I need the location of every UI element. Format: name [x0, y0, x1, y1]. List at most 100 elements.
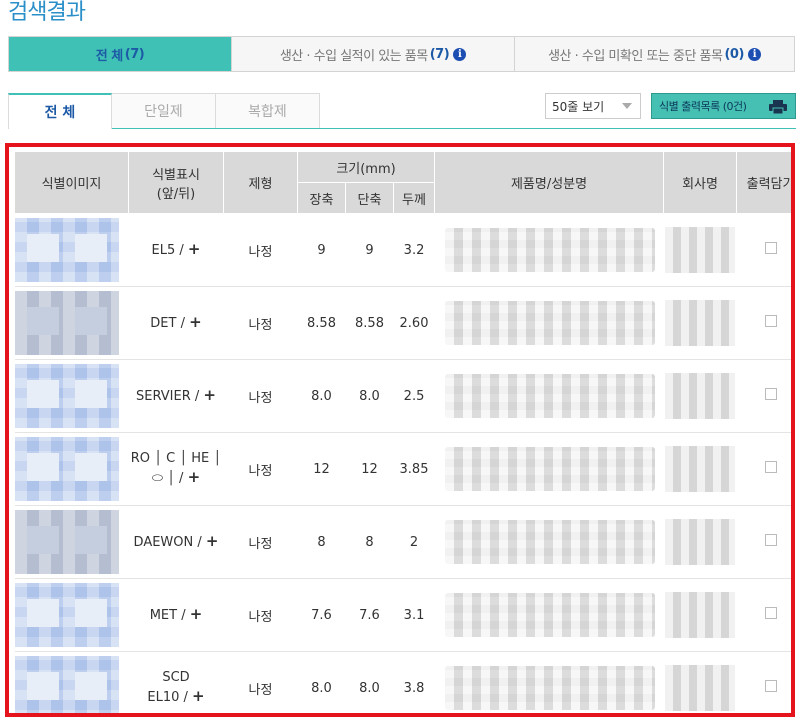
score-line-icon: +: [187, 468, 201, 486]
print-cell: [736, 286, 791, 360]
product-cell: [434, 432, 664, 506]
print-list-button[interactable]: 식별 출력목록 (0건): [651, 93, 796, 119]
header-form: 제형: [223, 151, 298, 214]
product-name-link[interactable]: [444, 447, 655, 491]
score-line-icon: +: [203, 386, 216, 404]
header-mark-line2: (앞/뒤): [156, 186, 196, 202]
pill-image-cell: [14, 213, 129, 287]
pill-image[interactable]: [14, 510, 119, 574]
header-long: 장축: [297, 182, 346, 214]
short-axis-cell: 8.0: [345, 651, 394, 713]
short-axis-cell: 12: [345, 432, 394, 506]
print-cell: [736, 651, 791, 713]
form-cell: 나정: [223, 505, 298, 579]
thickness-cell: 2: [393, 505, 435, 579]
pill-image-cell: [14, 578, 129, 652]
tab-unconfirmed-count: (0): [724, 46, 744, 62]
form-cell: 나정: [223, 286, 298, 360]
print-cell: [736, 432, 791, 506]
header-product: 제품명/성분명: [434, 151, 665, 214]
tab-unconfirmed[interactable]: 생산 · 수입 미확인 또는 중단 품목 (0) i: [514, 37, 794, 71]
thickness-cell: 2.60: [393, 286, 435, 360]
mark-back: EL10 /: [147, 690, 188, 705]
table-row[interactable]: MET / + 나정 7.6 7.6 3.1: [14, 578, 791, 652]
pill-image-cell: [14, 432, 129, 506]
form-cell: 나정: [223, 359, 298, 433]
mark-front: RO │ C │ HE │: [130, 451, 222, 466]
mark-cell: EL5 / +: [128, 213, 224, 287]
header-thick: 두께: [392, 182, 436, 214]
product-cell: [434, 359, 664, 433]
mark-front: DAEWON /: [133, 535, 202, 550]
info-icon[interactable]: i: [453, 47, 467, 61]
mark-cell: DET / +: [128, 286, 224, 360]
subtab-single[interactable]: 단일제: [112, 93, 216, 129]
product-name-link[interactable]: [444, 228, 655, 272]
pill-image[interactable]: [14, 364, 119, 428]
print-checkbox[interactable]: [764, 534, 777, 546]
tab-with-record-count: (7): [429, 46, 450, 62]
product-name-link[interactable]: [444, 520, 655, 564]
pill-image-cell: [14, 359, 129, 433]
short-axis-cell: 8.0: [345, 359, 394, 433]
header-print: 출력담기: [736, 151, 791, 214]
mark-cell: SCD EL10 / +: [128, 651, 224, 713]
info-icon[interactable]: i: [747, 47, 761, 61]
mark-front: SERVIER /: [136, 389, 200, 404]
print-checkbox[interactable]: [764, 607, 777, 619]
score-line-icon: +: [205, 532, 219, 550]
pill-image[interactable]: [14, 291, 119, 355]
table-row[interactable]: EL5 / + 나정 9 9 3.2: [14, 213, 791, 287]
score-line-icon: +: [192, 687, 205, 705]
table-row[interactable]: RO │ C │ HE │ ⬭ │ / + 나정 12 12 3.85: [14, 432, 791, 506]
score-line-icon: +: [189, 605, 203, 623]
product-name-link[interactable]: [444, 374, 655, 418]
subtab-all[interactable]: 전 체: [8, 93, 112, 129]
table-row[interactable]: DET / + 나정 8.58 8.58 2.60: [14, 286, 791, 360]
company-cell: [663, 651, 737, 713]
pill-image[interactable]: [14, 218, 119, 282]
tab-unconfirmed-label: 생산 · 수입 미확인 또는 중단 품목: [548, 48, 723, 64]
company-name: [665, 446, 736, 492]
rows-per-page-select[interactable]: 50줄 보기: [545, 93, 641, 119]
print-checkbox[interactable]: [764, 388, 777, 400]
mark-cell: RO │ C │ HE │ ⬭ │ / +: [128, 432, 224, 506]
table-row[interactable]: SERVIER / + 나정 8.0 8.0 2.5: [14, 359, 791, 433]
subtab-combination[interactable]: 복합제: [216, 93, 320, 129]
product-name-link[interactable]: [444, 593, 655, 637]
score-line-icon: +: [189, 313, 202, 331]
page-title: 검색결과: [8, 0, 86, 25]
print-checkbox[interactable]: [764, 242, 777, 254]
thickness-cell: 2.5: [393, 359, 435, 433]
pill-image[interactable]: [14, 583, 119, 647]
short-axis-cell: 9: [345, 213, 394, 287]
print-cell: [736, 213, 791, 287]
long-axis-cell: 8.0: [297, 359, 346, 433]
mark-back: ⬭ │ /: [151, 471, 184, 486]
form-cell: 나정: [223, 432, 298, 506]
mark-cell: SERVIER / +: [128, 359, 224, 433]
long-axis-cell: 9: [297, 213, 346, 287]
score-line-icon: +: [187, 240, 201, 258]
table-row[interactable]: SCD EL10 / + 나정 8.0 8.0 3.8: [14, 651, 791, 713]
short-axis-cell: 7.6: [345, 578, 394, 652]
print-checkbox[interactable]: [764, 461, 777, 473]
tab-with-record[interactable]: 생산 · 수입 실적이 있는 품목 (7) i: [231, 37, 514, 71]
header-short: 단축: [345, 182, 394, 214]
print-checkbox[interactable]: [764, 315, 777, 327]
print-checkbox[interactable]: [764, 680, 777, 692]
thickness-cell: 3.2: [393, 213, 435, 287]
result-table-frame: 식별이미지 식별표시 (앞/뒤) 제형 크기(mm) 제품명/성분명 회사명 출…: [5, 143, 795, 717]
pill-image[interactable]: [14, 437, 119, 501]
pill-image[interactable]: [14, 656, 119, 713]
print-cell: [736, 578, 791, 652]
company-cell: [663, 578, 737, 652]
mark-cell: MET / +: [128, 578, 224, 652]
tab-with-record-label: 생산 · 수입 실적이 있는 품목: [279, 48, 428, 64]
table-row[interactable]: DAEWON / + 나정 8 8 2: [14, 505, 791, 579]
company-cell: [663, 505, 737, 579]
tab-all[interactable]: 전 체 (7): [9, 37, 231, 71]
product-name-link[interactable]: [444, 301, 655, 345]
product-cell: [434, 651, 664, 713]
product-name-link[interactable]: [444, 666, 655, 710]
